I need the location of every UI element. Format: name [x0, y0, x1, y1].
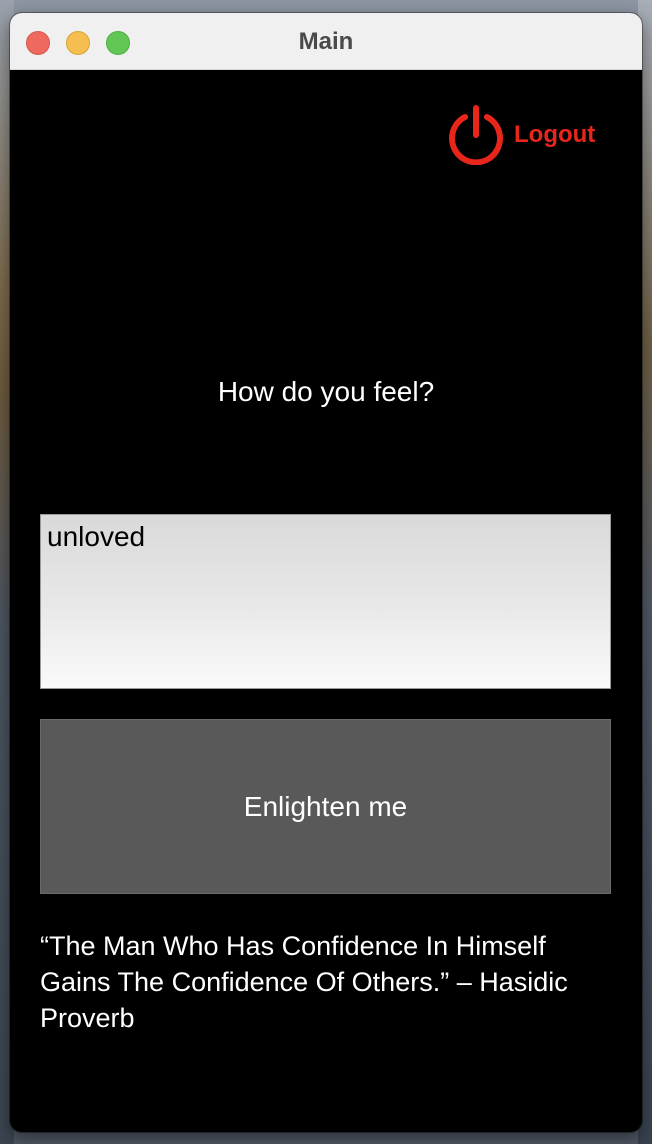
app-window: Main Logout How do you feel? unloved Enl… [10, 13, 642, 1132]
feeling-input[interactable]: unloved [40, 514, 611, 689]
enlighten-button[interactable]: Enlighten me [40, 719, 611, 894]
logout-button[interactable]: Logout [446, 104, 616, 166]
window-title: Main [298, 28, 354, 55]
main-content: Logout How do you feel? unloved Enlighte… [10, 70, 642, 1132]
title-bar: Main [10, 13, 642, 70]
power-icon [449, 105, 503, 165]
feeling-prompt: How do you feel? [217, 376, 435, 407]
quote-text: “The Man Who Has Confidence In Himself G… [40, 931, 568, 1033]
logout-label: Logout [514, 121, 596, 148]
